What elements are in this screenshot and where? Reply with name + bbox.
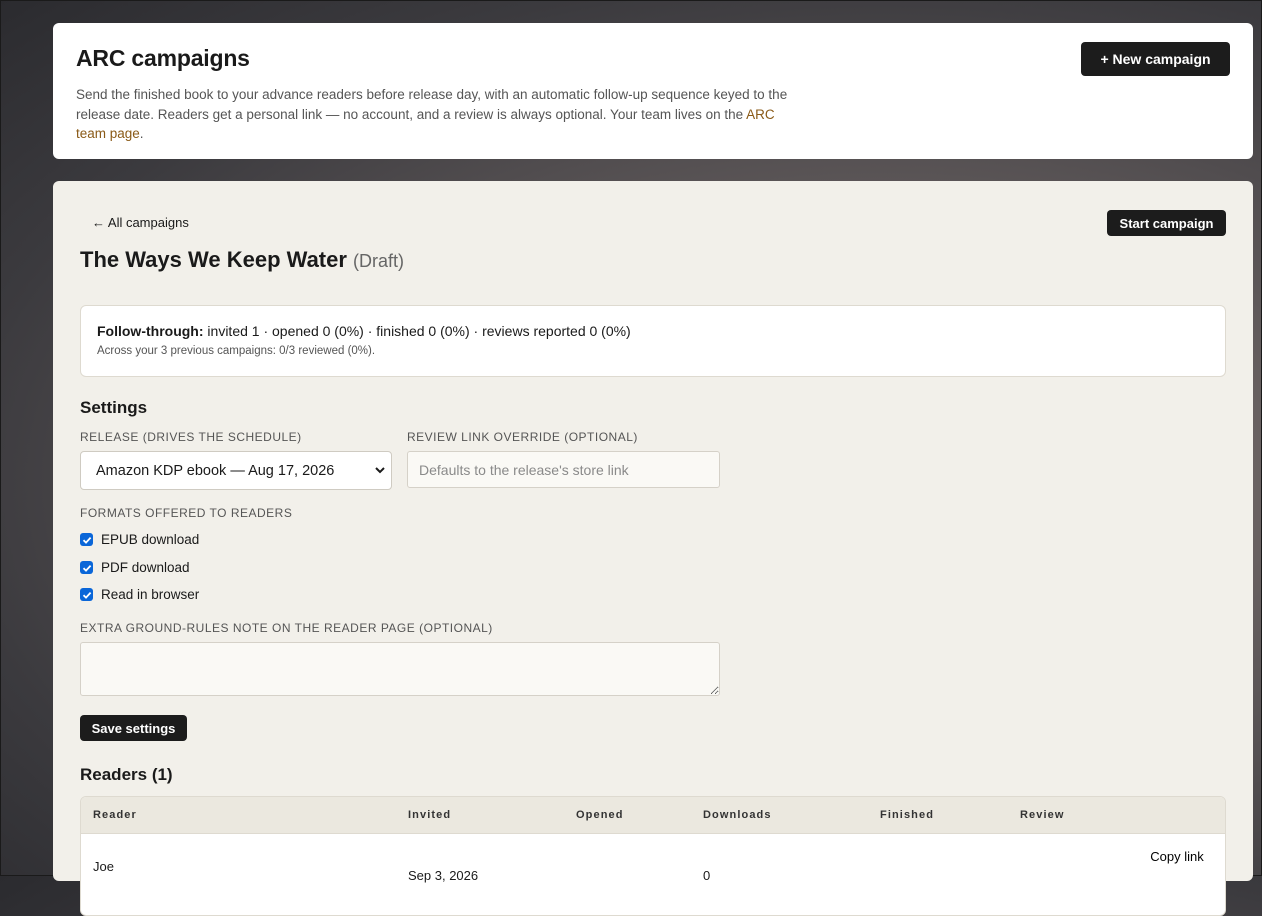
reader-name: Joe <box>93 859 114 874</box>
column-header-downloads: Downloads <box>703 809 772 821</box>
column-header-invited: Invited <box>408 809 452 821</box>
review-link-input[interactable] <box>407 451 720 488</box>
column-header-reader: Reader <box>93 809 137 821</box>
checkbox-checked[interactable] <box>80 533 93 546</box>
checkmark-icon <box>82 536 91 544</box>
format-pdf[interactable]: PDF download <box>80 560 190 575</box>
followthrough-values: invited 1 · opened 0 (0%) · finished 0 (… <box>207 323 631 339</box>
column-header-opened: Opened <box>576 809 624 821</box>
release-select[interactable]: Amazon KDP ebook — Aug 17, 2026 <box>80 451 392 490</box>
followthrough-label: Follow-through: <box>97 323 204 339</box>
settings-heading: Settings <box>80 398 148 417</box>
release-selected-value: Amazon KDP ebook — Aug 17, 2026 <box>96 462 335 479</box>
note-label: Extra ground-rules note on the reader pa… <box>80 621 493 635</box>
all-campaigns-link[interactable]: ← All campaigns <box>92 215 189 230</box>
description-text: Send the finished book to your advance r… <box>76 87 788 122</box>
checkbox-checked[interactable] <box>80 561 93 574</box>
chevron-down-icon <box>375 467 385 474</box>
format-epub[interactable]: EPUB download <box>80 532 199 547</box>
format-label: PDF download <box>101 560 190 575</box>
checkbox-checked[interactable] <box>80 588 93 601</box>
followthrough-stats: Follow-through: invited 1 · opened 0 (0%… <box>97 323 1209 339</box>
column-header-finished: Finished <box>880 809 935 821</box>
page-description: Send the finished book to your advance r… <box>76 87 788 141</box>
checkmark-icon <box>82 591 91 599</box>
checkmark-icon <box>82 564 91 572</box>
ground-rules-textarea[interactable] <box>80 642 720 696</box>
copy-link-button[interactable]: Copy link <box>1149 850 1205 863</box>
start-campaign-button[interactable]: Start campaign <box>1107 210 1226 236</box>
campaign-title: The Ways We Keep Water (Draft) <box>80 247 404 273</box>
campaign-name: The Ways We Keep Water <box>80 247 347 272</box>
readers-table: Reader Invited Opened Downloads Finished… <box>80 796 1226 916</box>
review-link-label: Review link override (optional) <box>407 430 638 444</box>
format-label: EPUB download <box>101 532 200 547</box>
formats-label: Formats offered to readers <box>80 506 293 520</box>
format-browser[interactable]: Read in browser <box>80 587 199 602</box>
new-campaign-button[interactable]: + New campaign <box>1081 42 1230 76</box>
format-label: Read in browser <box>101 587 200 602</box>
table-row: Joe Sep 3, 2026 0 Copy link <box>81 834 1225 915</box>
release-label: Release (drives the schedule) <box>80 430 302 444</box>
save-settings-button[interactable]: Save settings <box>80 715 187 741</box>
campaign-status: (Draft) <box>353 251 405 271</box>
table-header: Reader Invited Opened Downloads Finished… <box>81 797 1225 834</box>
header-card: ARC campaigns Send the finished book to … <box>53 23 1253 159</box>
followthrough-history: Across your 3 previous campaigns: 0/3 re… <box>97 345 376 357</box>
campaign-panel: ← All campaigns Start campaign The Ways … <box>53 181 1253 916</box>
followthrough-box: Follow-through: invited 1 · opened 0 (0%… <box>80 305 1226 377</box>
readers-heading: Readers (1) <box>80 765 173 784</box>
column-header-review: Review <box>1020 809 1065 821</box>
page-title: ARC campaigns <box>76 45 250 71</box>
